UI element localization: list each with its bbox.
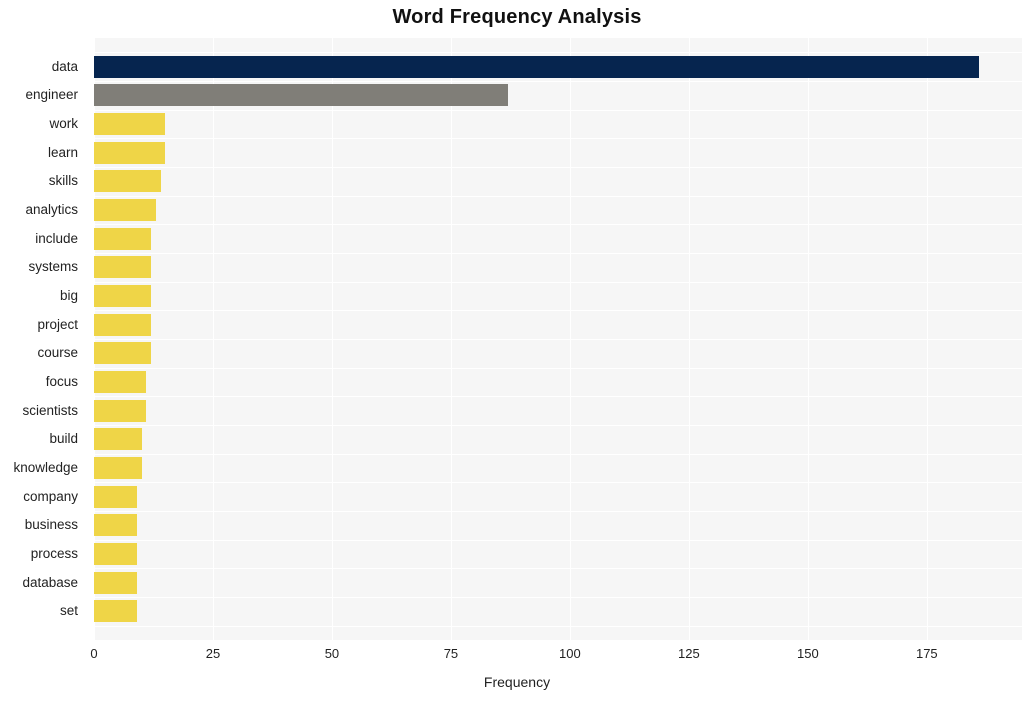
- gridline-horizontal: [94, 568, 1022, 569]
- bar: [94, 141, 166, 164]
- bar: [94, 485, 137, 508]
- x-axis-tick-label: 175: [915, 646, 938, 661]
- bar: [94, 428, 142, 451]
- gridline-horizontal: [94, 454, 1022, 455]
- chart-title: Word Frequency Analysis: [392, 6, 642, 28]
- y-axis-tick-label: work: [49, 116, 78, 131]
- y-axis-tick-label: analytics: [25, 202, 78, 217]
- bar: [94, 371, 147, 393]
- bar: [94, 399, 147, 422]
- gridline-horizontal: [94, 368, 1022, 369]
- y-axis-tick-label: knowledge: [13, 460, 78, 475]
- bar: [94, 571, 137, 594]
- bar: [94, 256, 152, 279]
- gridline-horizontal: [94, 138, 1022, 139]
- y-axis-tick-label: scientists: [22, 402, 78, 418]
- gridline-horizontal: [94, 282, 1022, 283]
- x-axis-tick-label: 0: [90, 646, 98, 661]
- y-axis-tick-label: course: [37, 345, 78, 361]
- bar: [94, 113, 166, 135]
- y-axis-tick-label: focus: [45, 374, 78, 389]
- y-axis-tick-label: systems: [28, 259, 78, 275]
- y-axis-tick-label: engineer: [25, 87, 78, 103]
- gridline-horizontal: [94, 626, 1022, 627]
- x-axis-tick-label: 75: [443, 646, 459, 661]
- y-axis-tick-label: set: [59, 603, 78, 619]
- bar: [94, 600, 137, 623]
- gridline-horizontal: [94, 310, 1022, 311]
- gridline-horizontal: [94, 196, 1022, 197]
- gridline-horizontal: [94, 253, 1022, 254]
- bar: [94, 55, 980, 78]
- x-axis-tick-label: 125: [678, 646, 700, 661]
- gridline-horizontal: [94, 339, 1022, 340]
- gridline-horizontal: [94, 52, 1022, 53]
- x-axis-title: Frequency: [483, 674, 551, 690]
- gridline-horizontal: [94, 167, 1022, 168]
- y-axis-tick-label: company: [23, 488, 78, 504]
- bar: [94, 313, 152, 336]
- bar: [94, 285, 152, 307]
- gridline-horizontal: [94, 110, 1022, 111]
- gridline-horizontal: [94, 81, 1022, 82]
- x-axis-tick-label: 150: [796, 646, 819, 661]
- y-axis-tick-label: database: [22, 574, 78, 590]
- bar: [94, 84, 509, 107]
- bar: [94, 514, 137, 537]
- x-axis-tick-labels: 0 25 50 75 100 125 150 175: [0, 646, 1034, 668]
- y-axis-tick-label: project: [37, 316, 78, 332]
- chart-figure: Word Frequency Analysis data engineer work…: [0, 0, 1034, 701]
- plot-area: [94, 38, 1022, 640]
- bar: [94, 170, 161, 193]
- gridline-horizontal: [94, 425, 1022, 426]
- x-axis-tick-label: 25: [205, 646, 221, 661]
- bar: [94, 199, 156, 221]
- y-axis-tick-label: learn: [47, 144, 78, 160]
- y-axis-tick-label: build: [49, 431, 78, 447]
- bar: [94, 457, 142, 479]
- x-axis-tick-label: 50: [324, 646, 340, 661]
- gridline-horizontal: [94, 597, 1022, 598]
- gridline-horizontal: [94, 482, 1022, 483]
- y-axis-tick-label: skills: [48, 173, 78, 189]
- bar: [94, 543, 137, 565]
- y-axis-tick-label: big: [59, 288, 78, 303]
- bar: [94, 342, 152, 365]
- gridline-horizontal: [94, 540, 1022, 541]
- y-axis-tick-label: data: [51, 58, 78, 74]
- gridline-horizontal: [94, 396, 1022, 397]
- y-axis-tick-label: process: [30, 546, 78, 561]
- gridline-horizontal: [94, 224, 1022, 225]
- y-axis-tick-label: business: [24, 517, 78, 533]
- x-axis-tick-label: 100: [559, 646, 581, 661]
- gridline-horizontal: [94, 511, 1022, 512]
- y-axis-tick-labels: data engineer work learn skills analytics incl…: [0, 38, 86, 640]
- y-axis-tick-label: include: [35, 230, 78, 246]
- bar: [94, 227, 152, 250]
